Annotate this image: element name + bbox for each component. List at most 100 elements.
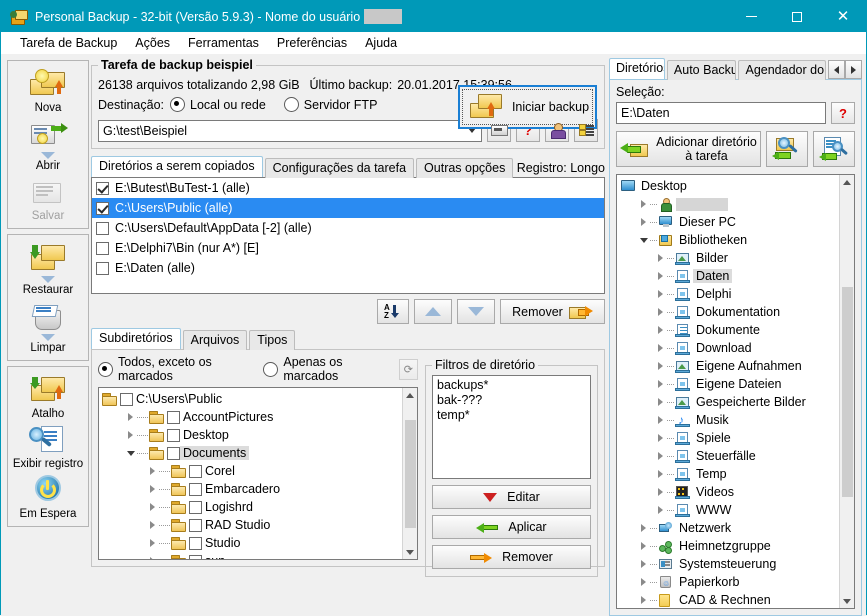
apply-filter-button[interactable]: Aplicar (432, 515, 591, 539)
directory-tree-item[interactable]: Eigene Dateien (620, 375, 839, 393)
tab-agendador-do-windows[interactable]: Agendador do W (738, 60, 826, 80)
tab-outras-opcoes[interactable]: Outras opções (416, 158, 513, 178)
directory-tree-item[interactable]: Dokumentation (620, 303, 839, 321)
tree-checkbox[interactable] (167, 447, 180, 460)
directory-tree-item[interactable]: Heimnetzgruppe (620, 537, 839, 555)
directory-tree-item[interactable]: Eigene Aufnahmen (620, 357, 839, 375)
expand-icon[interactable] (637, 200, 650, 208)
scroll-thumb[interactable] (405, 420, 416, 528)
menu-tarefa-de-backup[interactable]: Tarefa de Backup (11, 34, 126, 52)
directory-tree-item[interactable]: Videos (620, 483, 839, 501)
tree-checkbox[interactable] (167, 411, 180, 424)
tab-arquivos[interactable]: Arquivos (183, 330, 248, 350)
expand-icon[interactable] (654, 488, 667, 496)
sidebar-item-abrir[interactable]: Abrir (8, 115, 88, 173)
table-row[interactable]: E:\Daten (alle) (92, 258, 604, 278)
directory-browser-tree[interactable]: DesktopDieser PCBibliothekenBilderDatenD… (616, 174, 855, 609)
tree-checkbox[interactable] (189, 519, 202, 532)
expand-icon[interactable] (146, 503, 159, 511)
row-checkbox[interactable] (96, 262, 109, 275)
expand-icon[interactable] (654, 416, 667, 424)
selection-input[interactable]: E:\Daten (616, 102, 826, 124)
sidebar-item-atalho[interactable]: Atalho (8, 371, 88, 421)
expand-icon[interactable] (124, 413, 137, 421)
directory-tree-item[interactable]: Bibliotheken (620, 231, 839, 249)
expand-icon[interactable] (654, 308, 667, 316)
tree-checkbox[interactable] (167, 429, 180, 442)
directory-tree-item[interactable]: CAD & Rechnen (620, 591, 839, 608)
expand-icon[interactable] (654, 452, 667, 460)
radio-local-ou-rede[interactable]: Local ou rede (170, 97, 266, 112)
edit-filter-button[interactable]: Editar (432, 485, 591, 509)
expand-icon[interactable] (654, 398, 667, 406)
radio-servidor-ftp[interactable]: Servidor FTP (284, 97, 378, 112)
browse-folder-button[interactable] (766, 131, 808, 167)
directory-tree-item[interactable]: Daten (620, 267, 839, 285)
directory-tree-item[interactable]: Dokumente (620, 321, 839, 339)
limpar-dropdown-caret[interactable] (41, 334, 55, 341)
table-row[interactable]: E:\Delphi7\Bin (nur A*) [E] (92, 238, 604, 258)
filters-textarea[interactable]: backups* bak-??? temp* (432, 375, 591, 479)
subdirectory-tree-item[interactable]: Embarcadero (102, 480, 402, 498)
directory-tree-item[interactable]: ♪Musik (620, 411, 839, 429)
tree-checkbox[interactable] (189, 555, 202, 560)
tab-configuracoes-da-tarefa[interactable]: Configurações da tarefa (265, 158, 414, 178)
row-checkbox[interactable] (96, 242, 109, 255)
directory-tree-item[interactable]: Steuerfälle (620, 447, 839, 465)
expand-icon[interactable] (654, 344, 667, 352)
expand-icon[interactable] (146, 539, 159, 547)
close-button[interactable]: ✕ (820, 1, 866, 32)
collapse-icon[interactable] (124, 451, 137, 456)
expand-icon[interactable] (146, 557, 159, 559)
directory-tree-item[interactable]: Temp (620, 465, 839, 483)
expand-icon[interactable] (637, 218, 650, 226)
table-row[interactable]: C:\Users\Public (alle) (92, 198, 604, 218)
directory-tree-item[interactable] (620, 195, 839, 213)
directory-tree-item[interactable]: Desktop (620, 177, 839, 195)
subdirectory-tree-item[interactable]: Documents (102, 444, 402, 462)
abrir-dropdown-caret[interactable] (41, 152, 55, 159)
subdirectory-tree-item[interactable]: Corel (102, 462, 402, 480)
browse-file-button[interactable] (813, 131, 855, 167)
expand-icon[interactable] (654, 272, 667, 280)
destination-path-combo[interactable]: G:\test\Beispiel (98, 120, 482, 142)
directory-tree-item[interactable]: Delphi (620, 285, 839, 303)
table-row[interactable]: C:\Users\Default\AppData [-2] (alle) (92, 218, 604, 238)
tab-auto-backup[interactable]: Auto Backup (667, 60, 737, 80)
radio-apenas-marcados[interactable]: Apenas os marcados (263, 355, 382, 383)
directory-tree-item[interactable]: Bilder (620, 249, 839, 267)
tree-checkbox[interactable] (120, 393, 133, 406)
move-down-button[interactable] (457, 299, 495, 324)
subdirectory-tree-item[interactable]: RAD Studio (102, 516, 402, 534)
sidebar-item-salvar[interactable]: Salvar (8, 173, 88, 223)
start-backup-button[interactable]: Iniciar backup (458, 85, 597, 129)
menu-preferencias[interactable]: Preferências (268, 34, 356, 52)
expand-icon[interactable] (146, 467, 159, 475)
sidebar-item-nova[interactable]: Nova (8, 65, 88, 115)
scroll-up-icon[interactable] (403, 388, 417, 402)
tree-checkbox[interactable] (189, 465, 202, 478)
scroll-thumb[interactable] (842, 287, 853, 497)
selection-help-button[interactable]: ? (831, 102, 855, 124)
subdirectory-tree-item[interactable]: Logishrd (102, 498, 402, 516)
subdirectory-tree-item[interactable]: Desktop (102, 426, 402, 444)
collapse-icon[interactable] (637, 238, 650, 243)
expand-icon[interactable] (654, 326, 667, 334)
subdirectory-tree[interactable]: C:\Users\PublicAccountPicturesDesktopDoc… (98, 387, 418, 560)
scroll-down-icon[interactable] (840, 594, 854, 608)
scroll-up-icon[interactable] (840, 175, 854, 189)
expand-icon[interactable] (654, 362, 667, 370)
table-row[interactable]: E:\Butest\BuTest-1 (alle) (92, 178, 604, 198)
row-checkbox[interactable] (96, 222, 109, 235)
expand-icon[interactable] (146, 485, 159, 493)
remove-filter-button[interactable]: Remover (432, 545, 591, 569)
menu-ferramentas[interactable]: Ferramentas (179, 34, 268, 52)
directory-tree-item[interactable]: Systemsteuerung (620, 555, 839, 573)
scroll-down-icon[interactable] (403, 545, 417, 559)
expand-icon[interactable] (146, 521, 159, 529)
row-checkbox[interactable] (96, 202, 109, 215)
directory-tree-item[interactable]: Gespeicherte Bilder (620, 393, 839, 411)
directory-tree-item[interactable]: Spiele (620, 429, 839, 447)
subdirectory-tree-item[interactable]: Studio (102, 534, 402, 552)
subdirectory-tree-item[interactable]: AccountPictures (102, 408, 402, 426)
